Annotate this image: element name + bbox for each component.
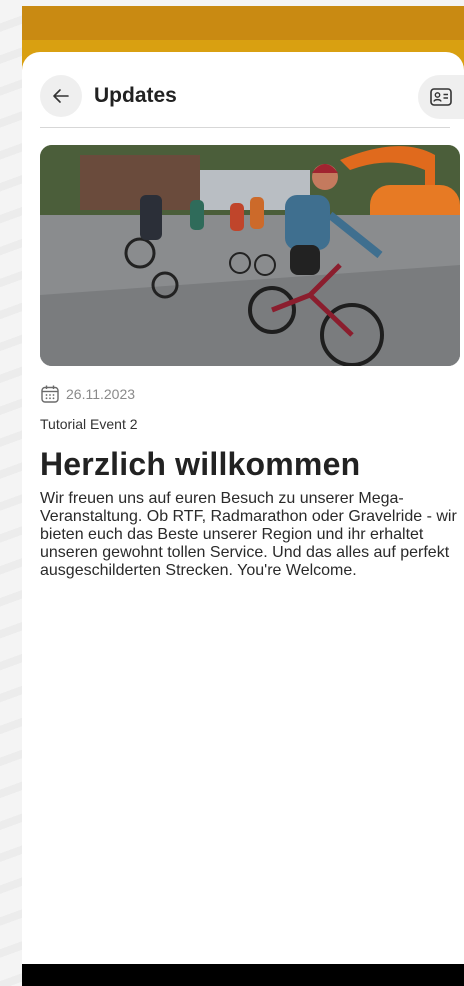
post-date: 26.11.2023	[40, 383, 135, 405]
arrow-left-icon	[53, 89, 69, 103]
updates-sheet: Updates 26.11.2023 Tutorial Event 2 Herz…	[22, 52, 464, 964]
page-title: Updates	[94, 84, 177, 107]
calendar-icon	[41, 385, 59, 403]
post-date-text: 26.11.2023	[66, 386, 136, 402]
header-divider	[40, 127, 450, 128]
event-name: Tutorial Event 2	[40, 416, 138, 432]
back-button[interactable]	[40, 75, 82, 117]
sheet-header: Updates	[40, 75, 464, 119]
contact-card-icon	[430, 88, 452, 106]
contact-card-button[interactable]	[418, 75, 464, 119]
post-image	[40, 145, 460, 366]
post-headline: Herzlich willkommen	[40, 446, 361, 482]
system-bottom-bar	[22, 964, 464, 986]
cyclists-photo	[40, 145, 460, 366]
post-body: Wir freuen uns auf euren Besuch zu unser…	[40, 490, 457, 579]
